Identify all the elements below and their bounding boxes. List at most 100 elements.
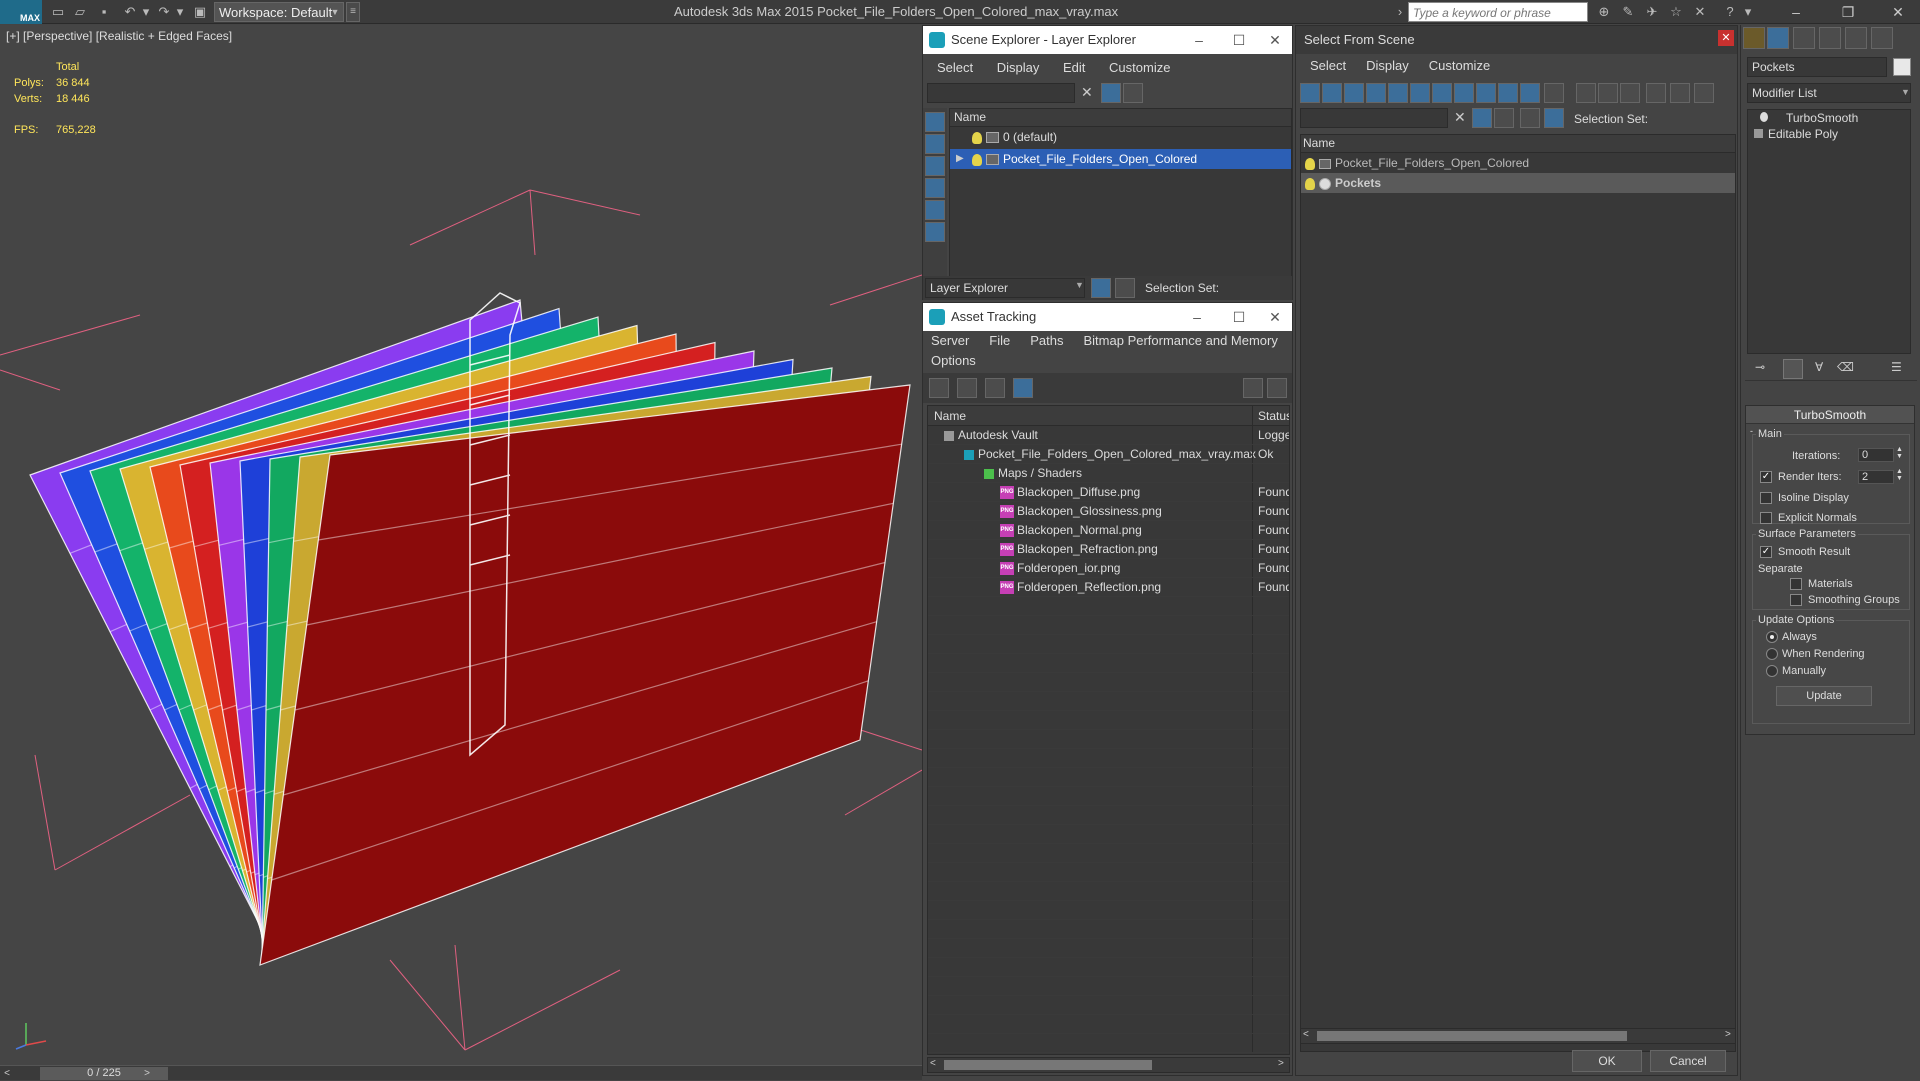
workspace-menu-icon[interactable]: ≡ xyxy=(346,2,360,22)
isoline-display-checkbox[interactable] xyxy=(1760,492,1772,504)
asset-row[interactable]: PNG Blackopen_Refraction.png Found xyxy=(928,540,1289,559)
asset-row[interactable]: PNG Blackopen_Glossiness.png Found xyxy=(928,502,1289,521)
render-iters-input[interactable]: 2 xyxy=(1858,470,1894,484)
clear-search-icon[interactable]: ✕ xyxy=(1081,84,1093,101)
chevron-right-icon[interactable]: > xyxy=(1278,1058,1284,1069)
open-folder-icon[interactable]: ▱ xyxy=(72,4,88,19)
wrench-icon[interactable]: ✎ xyxy=(1620,4,1636,19)
select-horizontal-scrollbar[interactable]: < > xyxy=(1300,1028,1736,1044)
column-header-name[interactable]: Name xyxy=(950,109,1291,127)
column-separator[interactable] xyxy=(1252,406,1253,425)
display-hidden-icon[interactable] xyxy=(1544,83,1564,103)
display-helpers-icon[interactable] xyxy=(925,222,945,242)
utilities-tab-icon[interactable] xyxy=(1871,27,1893,49)
display-tab-icon[interactable] xyxy=(1845,27,1867,49)
project-folder-icon[interactable]: ▣ xyxy=(192,4,208,19)
make-unique-icon[interactable]: ∀ xyxy=(1815,360,1831,376)
asset-row[interactable]: PNG Blackopen_Normal.png Found xyxy=(928,521,1289,540)
maximize-icon[interactable]: ☐ xyxy=(1221,26,1257,54)
minimize-icon[interactable]: – xyxy=(1778,0,1814,24)
display-spacewarps-icon[interactable] xyxy=(1410,83,1430,103)
workspace-dropdown[interactable]: Workspace: Default xyxy=(214,2,344,22)
search-input[interactable]: Type a keyword or phrase xyxy=(1408,2,1588,22)
app-logo[interactable]: MAX xyxy=(0,0,42,24)
configure-modifier-sets-icon[interactable]: ☰ xyxy=(1891,360,1907,376)
hierarchy-tab-icon[interactable] xyxy=(1793,27,1815,49)
object-row[interactable]: Pocket_File_Folders_Open_Colored xyxy=(1301,153,1735,173)
asset-table[interactable]: Name Status Autodesk Vault LoggedPocket_F… xyxy=(927,405,1290,1055)
motion-tab-icon[interactable] xyxy=(1819,27,1841,49)
filter-icon[interactable] xyxy=(1646,83,1666,103)
menu-options[interactable]: Options xyxy=(931,353,976,368)
star-icon[interactable]: ☆ xyxy=(1668,4,1684,19)
close-icon[interactable]: ✕ xyxy=(1257,303,1293,331)
explicit-normals-checkbox[interactable] xyxy=(1760,512,1772,524)
menu-customize[interactable]: Customize xyxy=(1109,60,1170,75)
chevron-left-icon[interactable]: < xyxy=(930,1058,936,1069)
display-lights-icon[interactable] xyxy=(1344,83,1364,103)
lightbulb-icon[interactable] xyxy=(1305,177,1315,190)
scrollbar-thumb[interactable] xyxy=(944,1060,1152,1070)
refresh-icon[interactable] xyxy=(929,378,949,398)
asset-row[interactable]: PNG Blackopen_Diffuse.png Found xyxy=(928,483,1289,502)
layer-row[interactable]: 0 (default) xyxy=(950,127,1291,147)
materials-checkbox[interactable] xyxy=(1790,578,1802,590)
binoculars-icon[interactable]: ⊕ xyxy=(1596,4,1612,19)
menu-edit[interactable]: Edit xyxy=(1063,60,1085,75)
asset-row[interactable]: Maps / Shaders xyxy=(928,464,1289,483)
menu-server[interactable]: Server xyxy=(931,333,969,348)
filter-icon[interactable] xyxy=(1101,83,1121,103)
layer-options-icon[interactable] xyxy=(1123,83,1143,103)
explorer-type-dropdown[interactable]: Layer Explorer xyxy=(925,278,1085,298)
lightbulb-icon[interactable] xyxy=(1305,157,1315,170)
table-view-icon[interactable] xyxy=(1013,378,1033,398)
menu-display[interactable]: Display xyxy=(1366,58,1409,73)
hierarchy-icon[interactable] xyxy=(1115,278,1135,298)
display-cameras-icon[interactable] xyxy=(925,200,945,220)
layers-icon[interactable] xyxy=(1091,278,1111,298)
layer-tree[interactable]: Name 0 (default) ▶ Pocket_File_Folders_O… xyxy=(949,108,1292,300)
select-search-input[interactable] xyxy=(1300,108,1448,128)
sort-icon[interactable] xyxy=(1544,108,1564,128)
display-geometry-icon[interactable] xyxy=(925,134,945,154)
spinner-arrows-icon[interactable]: ▲ ▼ xyxy=(1896,446,1903,460)
menu-select[interactable]: Select xyxy=(1310,58,1346,73)
chevron-right-icon[interactable]: > xyxy=(140,1066,154,1081)
maximize-icon[interactable]: ☐ xyxy=(1221,303,1257,331)
lightbulb-icon[interactable] xyxy=(972,131,982,144)
display-none-icon[interactable] xyxy=(925,112,945,132)
lightbulb-icon[interactable] xyxy=(1760,112,1768,122)
undo-icon[interactable]: ↶ xyxy=(122,4,138,19)
clear-search-icon[interactable]: ✕ xyxy=(1454,109,1466,126)
object-name-input[interactable]: Pockets xyxy=(1747,57,1887,77)
new-file-icon[interactable]: ▭ xyxy=(50,4,66,19)
column-header-status[interactable]: Status xyxy=(1258,406,1289,426)
help-dropdown-icon[interactable]: ▾ xyxy=(1740,4,1756,19)
menu-bitmap-performance[interactable]: Bitmap Performance and Memory xyxy=(1084,333,1278,348)
hierarchy-icon[interactable] xyxy=(1670,83,1690,103)
pin-stack-icon[interactable]: ⊸ xyxy=(1755,360,1771,376)
help-icon[interactable] xyxy=(1243,378,1263,398)
close-icon[interactable]: ✕ xyxy=(1880,0,1916,24)
search-toggle-icon[interactable]: › xyxy=(1392,4,1408,19)
thumbnail-view-icon[interactable] xyxy=(985,378,1005,398)
column-header-name[interactable]: Name xyxy=(1301,135,1735,153)
spinner-arrows-icon[interactable]: ▲ ▼ xyxy=(1896,468,1903,482)
collapse-icon[interactable] xyxy=(1694,83,1714,103)
ok-button[interactable]: OK xyxy=(1572,1050,1642,1072)
menu-customize[interactable]: Customize xyxy=(1429,58,1490,73)
modifier-list-dropdown[interactable]: Modifier List xyxy=(1747,83,1911,103)
close-icon[interactable]: ✕ xyxy=(1718,30,1734,46)
remove-modifier-icon[interactable]: ⌫ xyxy=(1837,360,1854,376)
display-all-icon[interactable] xyxy=(1576,83,1596,103)
scene-explorer-search-input[interactable] xyxy=(927,83,1075,103)
restore-icon[interactable]: ❐ xyxy=(1830,0,1866,24)
display-cameras-icon[interactable] xyxy=(1366,83,1386,103)
display-none-icon[interactable] xyxy=(1598,83,1618,103)
create-tab-icon[interactable] xyxy=(1743,27,1765,49)
display-frozen-icon[interactable] xyxy=(1520,83,1540,103)
undo-dropdown-icon[interactable]: ▾ xyxy=(138,4,154,19)
save-icon[interactable]: ▪ xyxy=(96,4,112,19)
chevron-left-icon[interactable]: < xyxy=(1303,1029,1309,1040)
manually-radio[interactable] xyxy=(1766,665,1778,677)
